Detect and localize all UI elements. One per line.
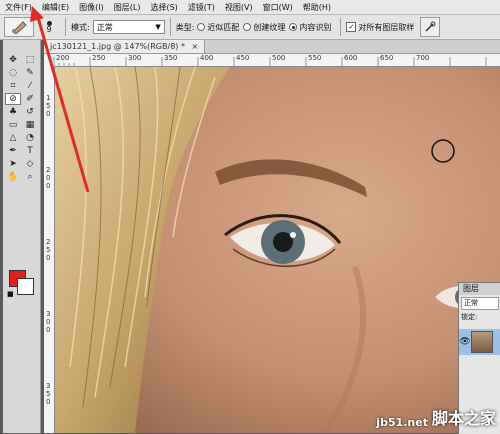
watermark-name: 脚本之家	[431, 409, 496, 428]
watermark: jb51.net 脚本之家	[376, 405, 496, 429]
annotation-arrow	[30, 6, 90, 193]
watermark-site: jb51.net	[376, 416, 428, 429]
